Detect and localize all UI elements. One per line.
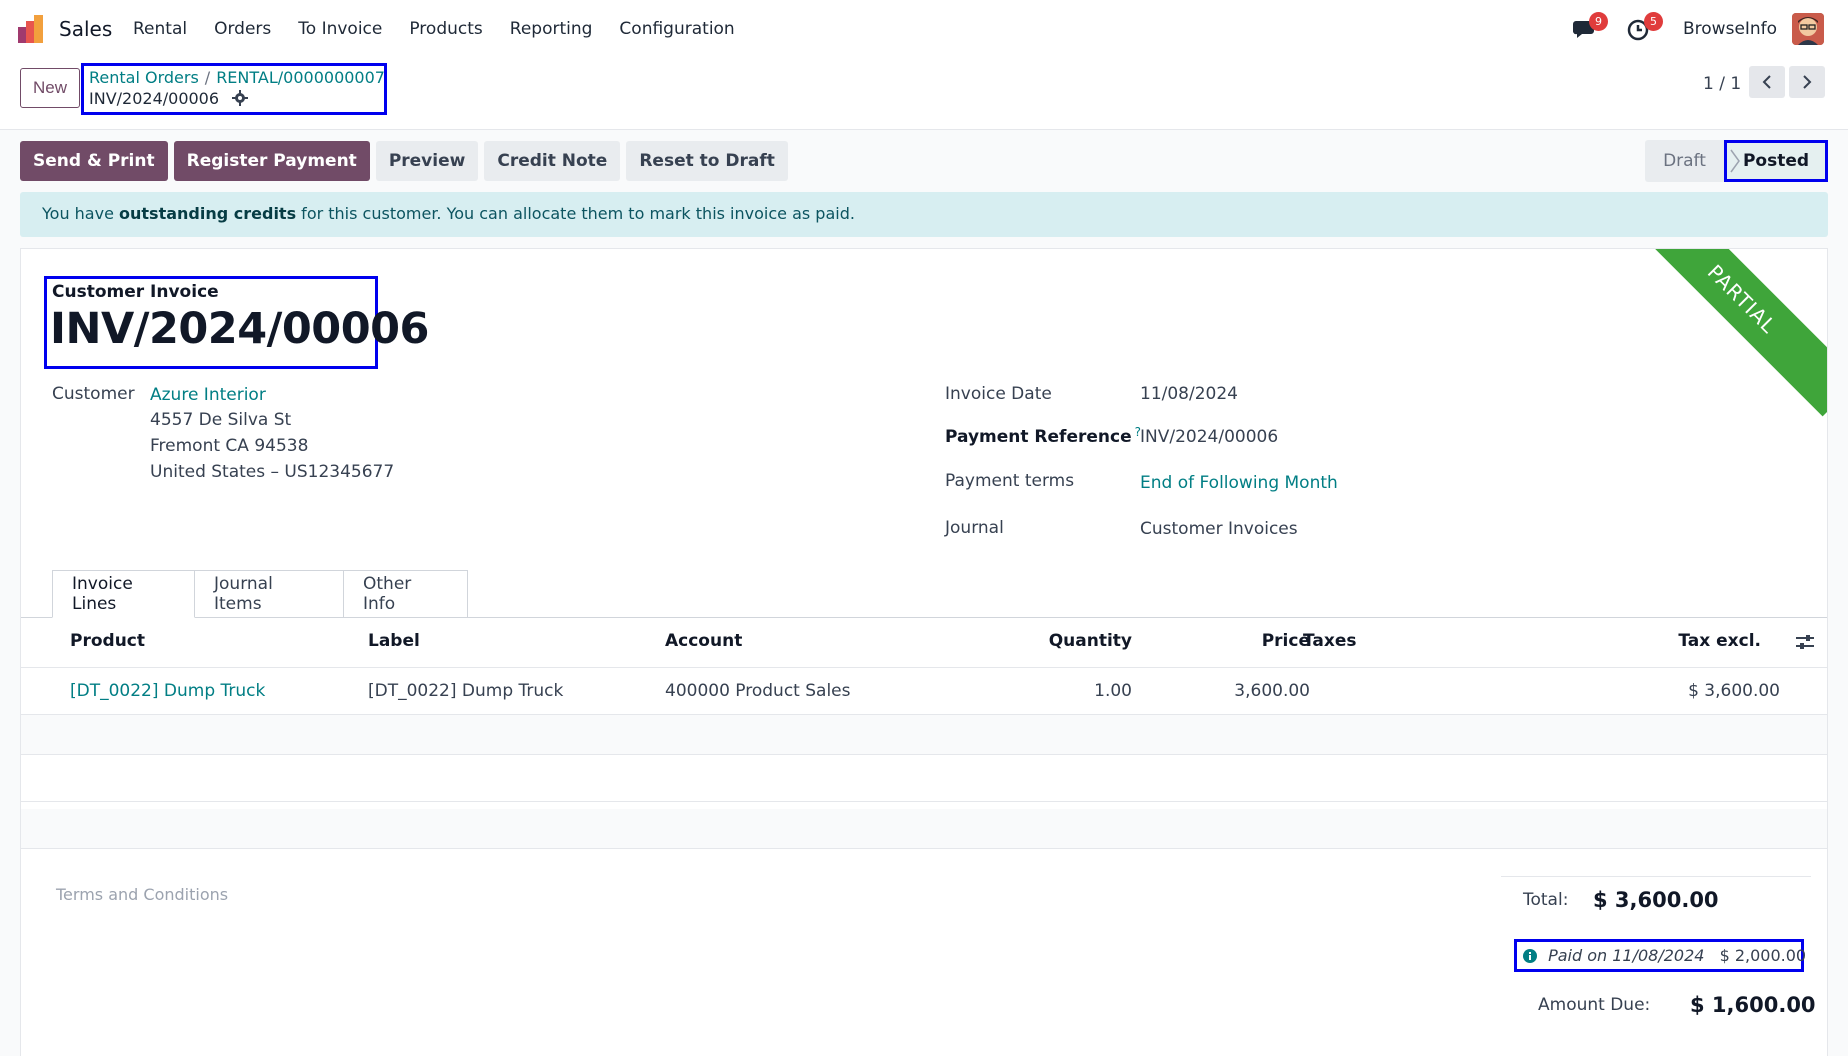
menu-reporting[interactable]: Reporting <box>510 19 593 39</box>
current-record-name: INV/2024/00006 <box>89 89 220 108</box>
breadcrumb-rental-order[interactable]: RENTAL/0000000007 <box>216 68 385 87</box>
partial-ribbon: PARTIAL <box>1624 249 1827 417</box>
tab-invoice-lines[interactable]: Invoice Lines <box>52 570 195 618</box>
status-posted[interactable]: Posted <box>1724 140 1828 182</box>
menu-rental[interactable]: Rental <box>133 19 187 39</box>
customer-name-link[interactable]: Azure Interior <box>150 385 266 405</box>
sales-app-icon[interactable] <box>18 15 48 43</box>
new-button[interactable]: New <box>20 68 80 108</box>
breadcrumb-current: INV/2024/00006 <box>89 89 249 108</box>
status-draft[interactable]: Draft <box>1645 140 1724 182</box>
control-panel: New Rental Orders / RENTAL/0000000007 INV/… <box>0 58 1848 130</box>
alert-suffix: for this customer. You can allocate them… <box>296 204 855 223</box>
paid-on-text: Paid on 11/08/2024 <box>1548 946 1705 965</box>
col-tax-excl-header[interactable]: Tax excl. <box>1678 631 1761 651</box>
action-bar: Send & Print Register Payment Preview Cr… <box>20 141 788 181</box>
row-subtotal: $ 3,600.00 <box>1688 681 1780 701</box>
outstanding-credits-alert: You have outstanding credits for this cu… <box>20 192 1828 237</box>
journal-field[interactable]: Customer Invoices <box>1140 519 1298 539</box>
register-payment-button[interactable]: Register Payment <box>173 141 370 181</box>
empty-table-row <box>21 762 1827 802</box>
info-icon[interactable] <box>1523 949 1537 963</box>
total-amount: $ 3,600.00 <box>1593 888 1719 912</box>
pager-value[interactable]: 1 / 1 <box>1703 74 1741 94</box>
user-avatar[interactable] <box>1792 13 1824 45</box>
pager-next-button[interactable] <box>1789 66 1825 98</box>
empty-table-row <box>21 809 1827 849</box>
invoice-sheet: PARTIAL Customer Invoice INV/2024/00006 … <box>20 248 1828 1056</box>
amount-due-value: $ 1,600.00 <box>1690 993 1816 1017</box>
row-label[interactable]: [DT_0022] Dump Truck <box>368 681 563 701</box>
credit-note-button[interactable]: Credit Note <box>484 141 621 181</box>
menu-configuration[interactable]: Configuration <box>619 19 734 39</box>
outstanding-credits-link[interactable]: outstanding credits <box>119 204 296 223</box>
tab-journal-items[interactable]: Journal Items <box>195 570 344 618</box>
activities-badge: 5 <box>1644 12 1663 31</box>
status-arrow-icon <box>1730 149 1740 173</box>
customer-address-street: 4557 De Silva St <box>150 410 292 430</box>
terms-conditions-field[interactable]: Terms and Conditions <box>56 885 228 904</box>
paid-amount: $ 2,000.00 <box>1719 946 1807 965</box>
col-quantity-header[interactable]: Quantity <box>1049 631 1132 651</box>
status-bar: Draft Posted <box>1645 140 1828 182</box>
payment-terms-field[interactable]: End of Following Month <box>1140 473 1338 493</box>
row-quantity[interactable]: 1.00 <box>1094 681 1132 701</box>
reset-to-draft-button[interactable]: Reset to Draft <box>626 141 788 181</box>
optional-columns-icon[interactable] <box>1795 633 1815 651</box>
top-navbar: Sales Rental Orders To Invoice Products … <box>0 0 1848 58</box>
journal-label: Journal <box>945 518 1004 538</box>
pager-previous-button[interactable] <box>1749 66 1785 98</box>
chevron-right-icon <box>1803 75 1812 89</box>
menu-orders[interactable]: Orders <box>214 19 271 39</box>
main-menu: Rental Orders To Invoice Products Report… <box>133 19 762 39</box>
amount-due-label: Amount Due: <box>1538 995 1651 1015</box>
empty-table-row <box>21 715 1827 755</box>
total-label: Total: <box>1523 890 1569 910</box>
col-account-header[interactable]: Account <box>665 631 742 651</box>
payment-line[interactable]: Paid on 11/08/2024 $ 2,000.00 <box>1523 946 1806 965</box>
company-switcher[interactable]: BrowseInfo <box>1683 19 1777 39</box>
invoice-number-title: INV/2024/00006 <box>50 304 429 354</box>
status-posted-label: Posted <box>1742 151 1810 171</box>
invoice-date-field[interactable]: 11/08/2024 <box>1140 384 1238 404</box>
menu-to-invoice[interactable]: To Invoice <box>298 19 382 39</box>
payment-reference-label-text: Payment Reference <box>945 427 1132 447</box>
chevron-left-icon <box>1762 75 1771 89</box>
notebook-tabs: Invoice Lines Journal Items Other Info <box>52 570 468 618</box>
table-header-divider <box>21 667 1827 668</box>
send-print-button[interactable]: Send & Print <box>20 141 168 181</box>
col-label-header[interactable]: Label <box>368 631 420 651</box>
messages-badge: 9 <box>1589 12 1608 31</box>
col-taxes-header[interactable]: Taxes <box>1303 631 1357 651</box>
col-product-header[interactable]: Product <box>70 631 145 651</box>
row-product[interactable]: [DT_0022] Dump Truck <box>70 681 265 701</box>
payment-terms-label: Payment terms <box>945 471 1075 491</box>
tab-other-info[interactable]: Other Info <box>344 570 468 618</box>
menu-products[interactable]: Products <box>409 19 482 39</box>
payment-reference-label: Payment Reference? <box>945 425 1141 447</box>
app-name[interactable]: Sales <box>59 17 112 41</box>
gear-icon[interactable] <box>232 90 249 106</box>
row-price[interactable]: 3,600.00 <box>1234 681 1310 701</box>
payment-reference-field[interactable]: INV/2024/00006 <box>1140 427 1278 447</box>
customer-address-city: Fremont CA 94538 <box>150 436 309 456</box>
breadcrumb-rental-orders[interactable]: Rental Orders <box>89 68 199 87</box>
preview-button[interactable]: Preview <box>375 141 479 181</box>
invoice-type-label: Customer Invoice <box>52 282 219 302</box>
invoice-date-label: Invoice Date <box>945 384 1052 404</box>
alert-prefix: You have <box>42 204 120 223</box>
customer-label: Customer <box>52 384 135 404</box>
totals-divider <box>1501 876 1811 877</box>
row-account[interactable]: 400000 Product Sales <box>665 681 851 701</box>
breadcrumb: Rental Orders / RENTAL/0000000007 <box>89 68 385 87</box>
customer-address-country: United States – US12345677 <box>150 462 395 482</box>
